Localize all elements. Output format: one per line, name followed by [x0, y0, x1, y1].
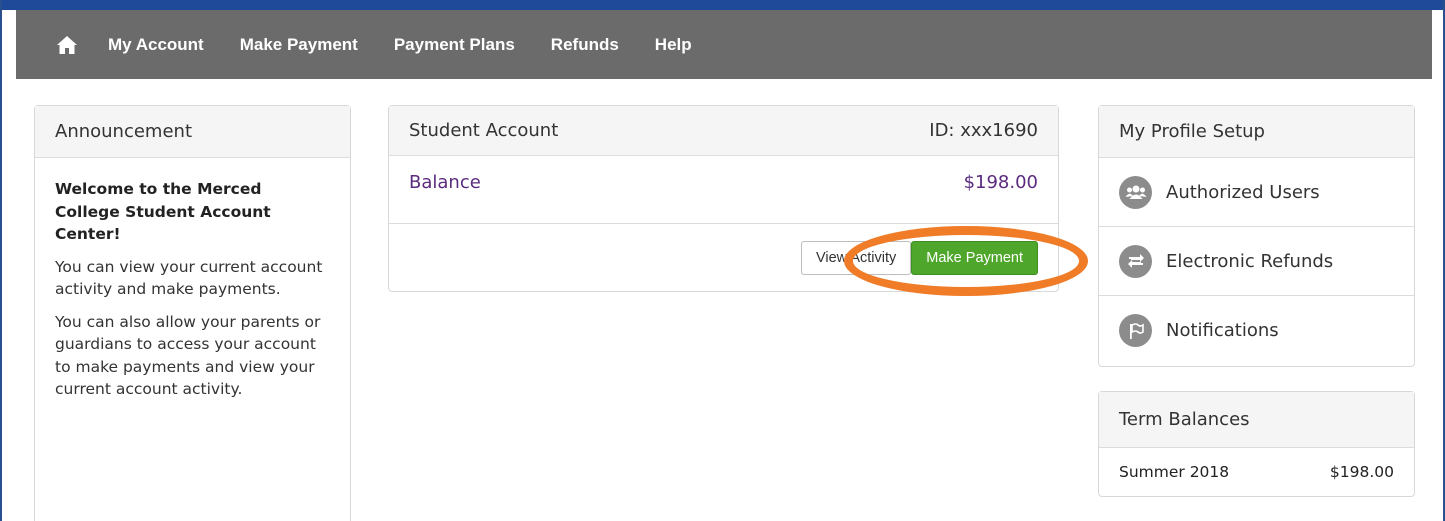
student-id: ID: xxx1690: [929, 120, 1038, 141]
term-name: Summer 2018: [1119, 463, 1230, 481]
flag-icon: [1119, 314, 1152, 347]
balance-value: $198.00: [963, 172, 1038, 193]
nav-help[interactable]: Help: [655, 35, 692, 55]
profile-item-electronic-refunds[interactable]: Electronic Refunds: [1099, 227, 1414, 296]
home-icon[interactable]: [56, 34, 78, 56]
nav-my-account[interactable]: My Account: [108, 35, 204, 55]
term-balances-title: Term Balances: [1099, 392, 1414, 448]
profile-setup-title: My Profile Setup: [1099, 106, 1414, 158]
term-amount: $198.00: [1329, 463, 1394, 481]
announcement-welcome: Welcome to the Merced College Student Ac…: [55, 180, 271, 243]
profile-item-label: Notifications: [1166, 320, 1279, 341]
announcement-paragraph: You can view your current account activi…: [55, 257, 323, 299]
window-left-border: [0, 0, 2, 521]
profile-item-notifications[interactable]: Notifications: [1099, 296, 1414, 365]
refund-icon: [1119, 244, 1152, 278]
announcement-body: Welcome to the Merced College Student Ac…: [35, 158, 350, 431]
nav-make-payment[interactable]: Make Payment: [240, 35, 358, 55]
balance-row: Balance $198.00: [389, 156, 1058, 224]
window-top-border: [0, 0, 1445, 10]
users-icon: [1119, 175, 1152, 209]
profile-item-label: Authorized Users: [1166, 181, 1320, 203]
term-balances-panel: Term Balances Summer 2018 $198.00: [1098, 391, 1415, 497]
make-payment-button[interactable]: Make Payment: [911, 240, 1038, 275]
profile-setup-panel: My Profile Setup Authorized Users Electr…: [1098, 105, 1415, 367]
top-navbar: My Account Make Payment Payment Plans Re…: [16, 10, 1432, 79]
announcement-panel: Announcement Welcome to the Merced Colle…: [34, 105, 351, 521]
student-account-title: Student Account: [409, 120, 559, 141]
announcement-title: Announcement: [35, 106, 350, 158]
term-row: Summer 2018 $198.00: [1099, 448, 1414, 496]
announcement-paragraph: You can also allow your parents or guard…: [55, 312, 321, 399]
student-account-heading: Student Account ID: xxx1690: [389, 106, 1058, 156]
balance-label[interactable]: Balance: [409, 172, 481, 223]
nav-payment-plans[interactable]: Payment Plans: [394, 35, 515, 55]
profile-item-label: Electronic Refunds: [1166, 250, 1334, 272]
view-activity-button[interactable]: View Activity: [800, 240, 912, 275]
nav-refunds[interactable]: Refunds: [551, 35, 619, 55]
account-actions: View Activity Make Payment: [389, 224, 1088, 296]
student-account-panel: Student Account ID: xxx1690 Balance $198…: [388, 105, 1088, 296]
profile-item-authorized-users[interactable]: Authorized Users: [1099, 158, 1414, 227]
